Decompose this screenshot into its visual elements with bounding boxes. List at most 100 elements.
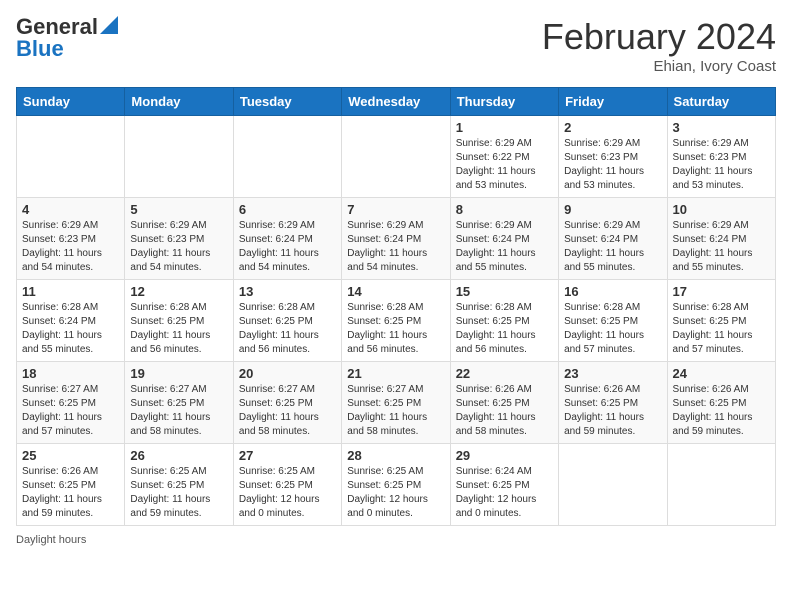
calendar-empty-cell bbox=[125, 116, 233, 198]
calendar-day-16: 16 Sunrise: 6:28 AM Sunset: 6:25 PM Dayli… bbox=[559, 280, 667, 362]
day-number: 16 bbox=[564, 284, 661, 299]
day-number: 12 bbox=[130, 284, 227, 299]
day-number: 5 bbox=[130, 202, 227, 217]
day-info: Sunrise: 6:28 AM Sunset: 6:25 PM Dayligh… bbox=[347, 301, 444, 357]
day-info: Sunrise: 6:24 AM Sunset: 6:25 PM Dayligh… bbox=[456, 465, 553, 521]
day-info: Sunrise: 6:26 AM Sunset: 6:25 PM Dayligh… bbox=[22, 465, 119, 521]
day-info: Sunrise: 6:28 AM Sunset: 6:25 PM Dayligh… bbox=[564, 301, 661, 357]
calendar-empty-cell bbox=[233, 116, 341, 198]
day-number: 2 bbox=[564, 120, 661, 135]
calendar-day-9: 9 Sunrise: 6:29 AM Sunset: 6:24 PM Daylig… bbox=[559, 198, 667, 280]
location-subtitle: Ehian, Ivory Coast bbox=[542, 58, 776, 75]
title-block: February 2024 Ehian, Ivory Coast bbox=[542, 16, 776, 75]
calendar-week-3: 11 Sunrise: 6:28 AM Sunset: 6:24 PM Dayli… bbox=[17, 280, 776, 362]
day-number: 1 bbox=[456, 120, 553, 135]
day-number: 11 bbox=[22, 284, 119, 299]
calendar-week-5: 25Sunrise: 6:26 AM Sunset: 6:25 PM Dayli… bbox=[17, 444, 776, 526]
day-info: Sunrise: 6:29 AM Sunset: 6:23 PM Dayligh… bbox=[673, 137, 770, 193]
calendar-day-26: 26Sunrise: 6:25 AM Sunset: 6:25 PM Dayli… bbox=[125, 444, 233, 526]
calendar-day-27: 27Sunrise: 6:25 AM Sunset: 6:25 PM Dayli… bbox=[233, 444, 341, 526]
day-number: 24 bbox=[673, 366, 770, 381]
day-info: Sunrise: 6:26 AM Sunset: 6:25 PM Dayligh… bbox=[456, 383, 553, 439]
calendar-day-8: 8 Sunrise: 6:29 AM Sunset: 6:24 PM Daylig… bbox=[450, 198, 558, 280]
day-number: 3 bbox=[673, 120, 770, 135]
page-header: General Blue February 2024 Ehian, Ivory … bbox=[16, 16, 776, 75]
calendar-day-3: 3 Sunrise: 6:29 AM Sunset: 6:23 PM Daylig… bbox=[667, 116, 775, 198]
day-number: 27 bbox=[239, 448, 336, 463]
day-info: Sunrise: 6:28 AM Sunset: 6:25 PM Dayligh… bbox=[130, 301, 227, 357]
calendar-week-2: 4 Sunrise: 6:29 AM Sunset: 6:23 PM Daylig… bbox=[17, 198, 776, 280]
day-number: 26 bbox=[130, 448, 227, 463]
day-number: 8 bbox=[456, 202, 553, 217]
calendar-day-11: 11 Sunrise: 6:28 AM Sunset: 6:24 PM Dayli… bbox=[17, 280, 125, 362]
calendar-day-1: 1 Sunrise: 6:29 AM Sunset: 6:22 PM Daylig… bbox=[450, 116, 558, 198]
logo-text-blue: Blue bbox=[16, 38, 64, 60]
calendar-day-14: 14 Sunrise: 6:28 AM Sunset: 6:25 PM Dayli… bbox=[342, 280, 450, 362]
day-info: Sunrise: 6:25 AM Sunset: 6:25 PM Dayligh… bbox=[347, 465, 444, 521]
column-header-sunday: Sunday bbox=[17, 88, 125, 116]
day-number: 23 bbox=[564, 366, 661, 381]
calendar-day-10: 10 Sunrise: 6:29 AM Sunset: 6:24 PM Dayli… bbox=[667, 198, 775, 280]
calendar-empty-cell bbox=[342, 116, 450, 198]
day-number: 14 bbox=[347, 284, 444, 299]
calendar-day-20: 20 Sunrise: 6:27 AM Sunset: 6:25 PM Dayli… bbox=[233, 362, 341, 444]
logo-triangle-icon bbox=[100, 16, 118, 34]
column-header-wednesday: Wednesday bbox=[342, 88, 450, 116]
day-number: 7 bbox=[347, 202, 444, 217]
calendar-day-25: 25Sunrise: 6:26 AM Sunset: 6:25 PM Dayli… bbox=[17, 444, 125, 526]
day-number: 4 bbox=[22, 202, 119, 217]
day-info: Sunrise: 6:29 AM Sunset: 6:22 PM Dayligh… bbox=[456, 137, 553, 193]
day-info: Sunrise: 6:29 AM Sunset: 6:23 PM Dayligh… bbox=[564, 137, 661, 193]
day-info: Sunrise: 6:29 AM Sunset: 6:23 PM Dayligh… bbox=[130, 219, 227, 275]
calendar-day-17: 17 Sunrise: 6:28 AM Sunset: 6:25 PM Dayli… bbox=[667, 280, 775, 362]
day-info: Sunrise: 6:29 AM Sunset: 6:24 PM Dayligh… bbox=[564, 219, 661, 275]
day-info: Sunrise: 6:27 AM Sunset: 6:25 PM Dayligh… bbox=[22, 383, 119, 439]
calendar-day-13: 13Sunrise: 6:28 AM Sunset: 6:25 PM Dayli… bbox=[233, 280, 341, 362]
calendar-day-18: 18 Sunrise: 6:27 AM Sunset: 6:25 PM Dayli… bbox=[17, 362, 125, 444]
calendar-day-29: 29 Sunrise: 6:24 AM Sunset: 6:25 PM Dayli… bbox=[450, 444, 558, 526]
column-header-monday: Monday bbox=[125, 88, 233, 116]
calendar-day-28: 28 Sunrise: 6:25 AM Sunset: 6:25 PM Dayli… bbox=[342, 444, 450, 526]
day-number: 29 bbox=[456, 448, 553, 463]
calendar-week-4: 18 Sunrise: 6:27 AM Sunset: 6:25 PM Dayli… bbox=[17, 362, 776, 444]
calendar-empty-cell bbox=[559, 444, 667, 526]
logo: General Blue bbox=[16, 16, 118, 60]
calendar-day-2: 2 Sunrise: 6:29 AM Sunset: 6:23 PM Daylig… bbox=[559, 116, 667, 198]
calendar-empty-cell bbox=[17, 116, 125, 198]
calendar-day-21: 21Sunrise: 6:27 AM Sunset: 6:25 PM Dayli… bbox=[342, 362, 450, 444]
calendar-day-7: 7Sunrise: 6:29 AM Sunset: 6:24 PM Daylig… bbox=[342, 198, 450, 280]
day-info: Sunrise: 6:28 AM Sunset: 6:24 PM Dayligh… bbox=[22, 301, 119, 357]
month-title: February 2024 bbox=[542, 16, 776, 58]
calendar-empty-cell bbox=[667, 444, 775, 526]
logo-text-general: General bbox=[16, 16, 98, 38]
day-info: Sunrise: 6:29 AM Sunset: 6:24 PM Dayligh… bbox=[456, 219, 553, 275]
day-number: 21 bbox=[347, 366, 444, 381]
day-info: Sunrise: 6:28 AM Sunset: 6:25 PM Dayligh… bbox=[673, 301, 770, 357]
day-number: 18 bbox=[22, 366, 119, 381]
day-number: 13 bbox=[239, 284, 336, 299]
day-number: 10 bbox=[673, 202, 770, 217]
calendar-day-4: 4 Sunrise: 6:29 AM Sunset: 6:23 PM Daylig… bbox=[17, 198, 125, 280]
day-number: 22 bbox=[456, 366, 553, 381]
day-info: Sunrise: 6:27 AM Sunset: 6:25 PM Dayligh… bbox=[130, 383, 227, 439]
footer-note: Daylight hours bbox=[16, 534, 776, 546]
day-info: Sunrise: 6:29 AM Sunset: 6:24 PM Dayligh… bbox=[673, 219, 770, 275]
column-header-tuesday: Tuesday bbox=[233, 88, 341, 116]
day-number: 20 bbox=[239, 366, 336, 381]
day-info: Sunrise: 6:28 AM Sunset: 6:25 PM Dayligh… bbox=[456, 301, 553, 357]
day-number: 17 bbox=[673, 284, 770, 299]
column-header-thursday: Thursday bbox=[450, 88, 558, 116]
day-info: Sunrise: 6:29 AM Sunset: 6:23 PM Dayligh… bbox=[22, 219, 119, 275]
calendar-day-15: 15Sunrise: 6:28 AM Sunset: 6:25 PM Dayli… bbox=[450, 280, 558, 362]
day-number: 6 bbox=[239, 202, 336, 217]
calendar-day-5: 5 Sunrise: 6:29 AM Sunset: 6:23 PM Daylig… bbox=[125, 198, 233, 280]
calendar-day-24: 24 Sunrise: 6:26 AM Sunset: 6:25 PM Dayli… bbox=[667, 362, 775, 444]
day-info: Sunrise: 6:26 AM Sunset: 6:25 PM Dayligh… bbox=[564, 383, 661, 439]
day-number: 28 bbox=[347, 448, 444, 463]
day-info: Sunrise: 6:26 AM Sunset: 6:25 PM Dayligh… bbox=[673, 383, 770, 439]
day-number: 9 bbox=[564, 202, 661, 217]
day-info: Sunrise: 6:29 AM Sunset: 6:24 PM Dayligh… bbox=[239, 219, 336, 275]
column-header-saturday: Saturday bbox=[667, 88, 775, 116]
day-info: Sunrise: 6:27 AM Sunset: 6:25 PM Dayligh… bbox=[239, 383, 336, 439]
calendar-week-1: 1 Sunrise: 6:29 AM Sunset: 6:22 PM Daylig… bbox=[17, 116, 776, 198]
